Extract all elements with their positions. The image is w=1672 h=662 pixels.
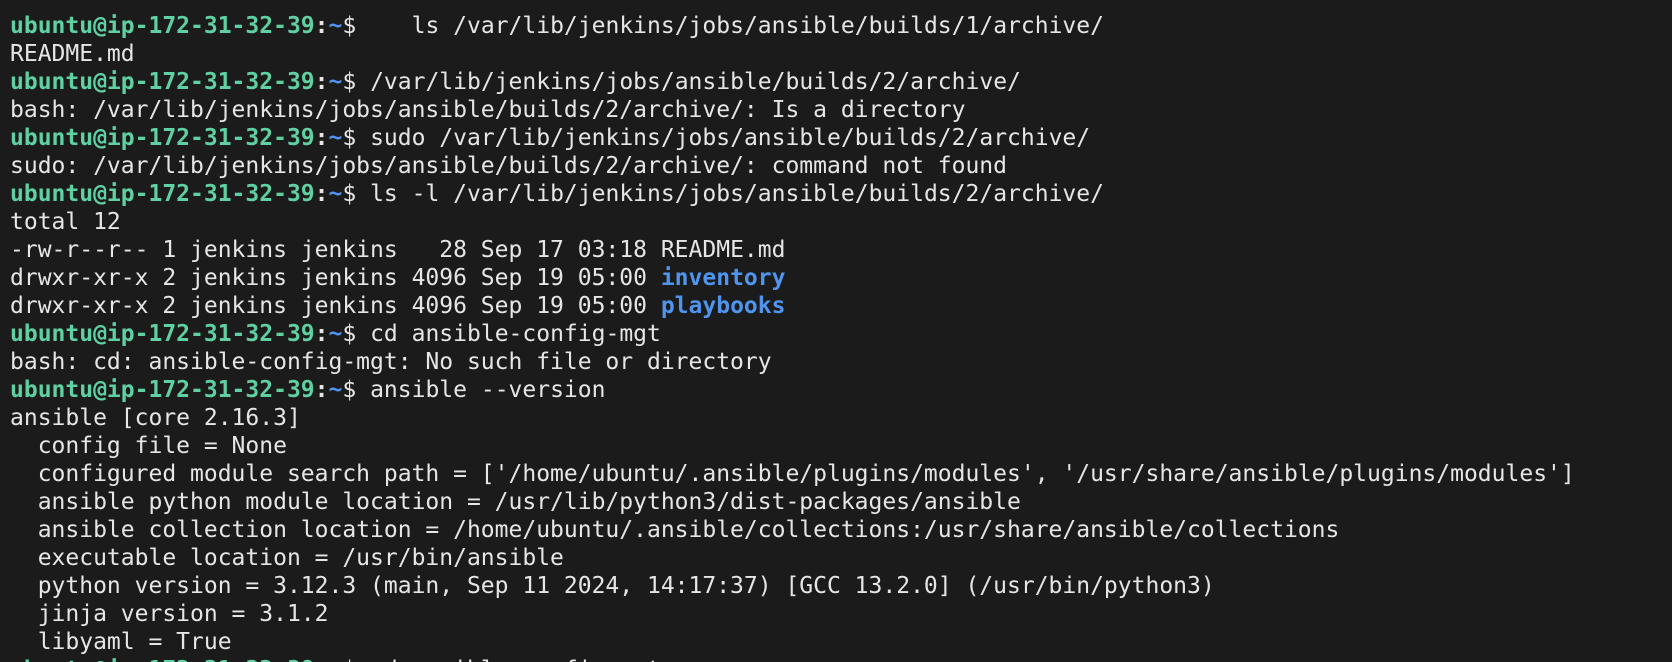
- command-line: ubuntu@ip-172-31-32-39:~$ ansible --vers…: [10, 376, 1672, 404]
- file-metadata: drwxr-xr-x 2 jenkins jenkins 4096 Sep 19…: [10, 293, 661, 319]
- prompt-symbol: $: [342, 181, 357, 207]
- command-line: ubuntu@ip-172-31-32-39:~$ ls -l /var/lib…: [10, 180, 1672, 208]
- output-line: jinja version = 3.1.2: [10, 601, 329, 627]
- directory-name: inventory: [660, 265, 786, 291]
- prompt-path: ~: [328, 181, 343, 207]
- prompt-user-host: ubuntu@ip-172-31-32-39: [10, 657, 315, 662]
- terminal-window[interactable]: ubuntu@ip-172-31-32-39:~$ ls /var/lib/je…: [0, 0, 1672, 662]
- output-line: sudo: /var/lib/jenkins/jobs/ansible/buil…: [10, 153, 1007, 179]
- prompt-symbol: $: [342, 657, 356, 662]
- file-listing-row: -rw-r--r-- 1 jenkins jenkins 28 Sep 17 0…: [10, 236, 1672, 264]
- prompt-separator: :: [314, 377, 329, 403]
- command-text: sudo /var/lib/jenkins/jobs/ansible/build…: [356, 125, 1091, 151]
- prompt-user-host: ubuntu@ip-172-31-32-39: [10, 321, 315, 347]
- output-line: ansible python module location = /usr/li…: [10, 489, 1021, 515]
- prompt-path: ~: [328, 69, 343, 95]
- output-line: ansible collection location = /home/ubun…: [10, 517, 1340, 543]
- prompt-separator: :: [314, 181, 329, 207]
- file-metadata: -rw-r--r-- 1 jenkins jenkins 28 Sep 17 0…: [10, 237, 661, 263]
- prompt-path: ~: [328, 321, 343, 347]
- prompt-path: ~: [329, 657, 343, 662]
- command-line: ubuntu@ip-172-31-32-39:~$ ls /var/lib/je…: [10, 12, 1672, 40]
- command-line: ubuntu@ip-172-31-32-39:~$ cd ansible-con…: [10, 656, 1672, 662]
- output-line: bash: cd: ansible-config-mgt: No such fi…: [10, 349, 772, 375]
- prompt-user-host: ubuntu@ip-172-31-32-39: [10, 181, 315, 207]
- prompt-separator: :: [314, 69, 329, 95]
- command-text: ls -l /var/lib/jenkins/jobs/ansible/buil…: [356, 181, 1104, 207]
- output-line: config file = None: [10, 433, 287, 459]
- file-name: README.md: [660, 237, 786, 263]
- prompt-user-host: ubuntu@ip-172-31-32-39: [10, 377, 315, 403]
- command-text: cd ansible-config-mgt: [356, 321, 661, 347]
- output-line: executable location = /usr/bin/ansible: [10, 545, 564, 571]
- output-line: libyaml = True: [10, 629, 232, 655]
- output-line: ansible [core 2.16.3]: [10, 405, 301, 431]
- command-text: ansible --version: [356, 377, 606, 403]
- output-line: configured module search path = ['/home/…: [10, 461, 1575, 487]
- prompt-symbol: $: [342, 125, 357, 151]
- prompt-path: ~: [328, 13, 343, 39]
- command-line: ubuntu@ip-172-31-32-39:~$ /var/lib/jenki…: [10, 68, 1672, 96]
- prompt-user-host: ubuntu@ip-172-31-32-39: [10, 13, 315, 39]
- prompt-path: ~: [328, 377, 343, 403]
- output-line: python version = 3.12.3 (main, Sep 11 20…: [10, 573, 1215, 599]
- command-line: ubuntu@ip-172-31-32-39:~$ sudo /var/lib/…: [10, 124, 1672, 152]
- prompt-symbol: $: [342, 69, 357, 95]
- prompt-separator: :: [314, 321, 329, 347]
- prompt-symbol: $: [342, 13, 357, 39]
- file-listing-row: drwxr-xr-x 2 jenkins jenkins 4096 Sep 19…: [10, 264, 1672, 292]
- prompt-separator: :: [315, 657, 329, 662]
- prompt-user-host: ubuntu@ip-172-31-32-39: [10, 69, 315, 95]
- output-line: README.md: [10, 41, 135, 67]
- output-line: bash: /var/lib/jenkins/jobs/ansible/buil…: [10, 97, 966, 123]
- directory-name: playbooks: [660, 293, 786, 319]
- command-text: /var/lib/jenkins/jobs/ansible/builds/2/a…: [356, 69, 1021, 95]
- prompt-symbol: $: [342, 377, 357, 403]
- prompt-separator: :: [314, 13, 329, 39]
- command-text: cd ansible-config-mgt: [356, 657, 661, 662]
- prompt-symbol: $: [342, 321, 357, 347]
- prompt-user-host: ubuntu@ip-172-31-32-39: [10, 125, 315, 151]
- prompt-path: ~: [328, 125, 343, 151]
- file-metadata: drwxr-xr-x 2 jenkins jenkins 4096 Sep 19…: [10, 265, 661, 291]
- command-line: ubuntu@ip-172-31-32-39:~$ cd ansible-con…: [10, 320, 1672, 348]
- prompt-separator: :: [314, 125, 329, 151]
- command-text: ls /var/lib/jenkins/jobs/ansible/builds/…: [356, 13, 1104, 39]
- output-line: total 12: [10, 209, 121, 235]
- file-listing-row: drwxr-xr-x 2 jenkins jenkins 4096 Sep 19…: [10, 292, 1672, 320]
